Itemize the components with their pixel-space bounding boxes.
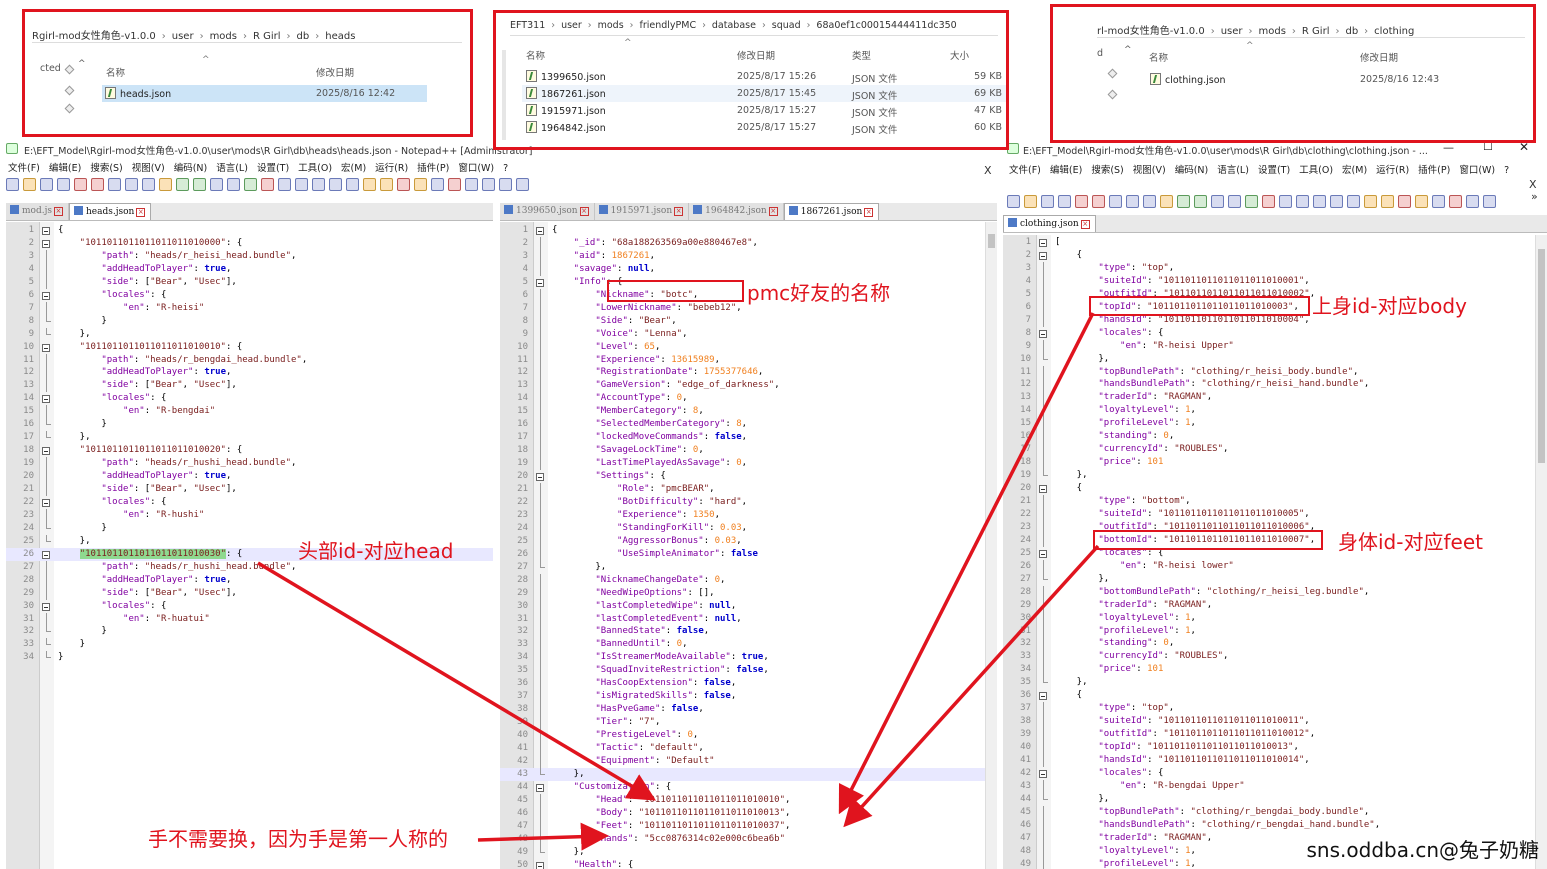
watermark: sns.oddba.cn@兔子奶糖 [1306,838,1539,862]
arrow-head-to-customization [257,561,657,801]
arrow-topid-to-body [838,312,1095,815]
annotation-arrows [257,312,1100,851]
arrow-hands-note [477,822,609,851]
arrow-bottomid-to-feet [843,544,1100,828]
